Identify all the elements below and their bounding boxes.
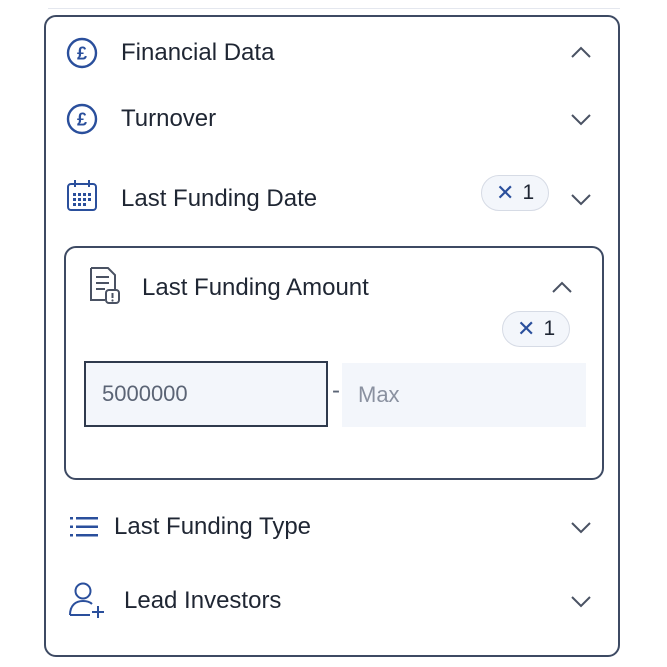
chevron-down-icon[interactable] (569, 187, 593, 211)
section-label: Last Funding Amount (142, 274, 369, 301)
section-financial-data[interactable]: £ Financial Data (46, 21, 618, 81)
section-label: Lead Investors (124, 587, 282, 614)
min-amount-input[interactable] (84, 361, 328, 427)
range-separator: - (332, 377, 340, 404)
filter-count-badge[interactable]: ✕ 1 (502, 311, 571, 347)
section-label: Turnover (121, 105, 217, 132)
calendar-icon (67, 180, 97, 211)
previous-section-edge (48, 0, 620, 9)
clear-icon[interactable]: ✕ (517, 318, 535, 340)
badge-count: 1 (543, 317, 556, 340)
pound-icon: £ (66, 103, 98, 135)
user-add-icon (69, 582, 104, 618)
section-label: Last Funding Type (114, 513, 312, 540)
chevron-up-icon[interactable] (569, 41, 593, 65)
section-last-funding-date[interactable]: Last Funding Date ✕ 1 (46, 167, 618, 227)
clear-icon[interactable]: ✕ (496, 182, 514, 204)
filter-count-badge[interactable]: ✕ 1 (481, 175, 550, 211)
filter-panel: £ Financial Data £ Turnover Last Funding… (44, 15, 620, 657)
chevron-down-icon[interactable] (569, 107, 593, 131)
svg-text:£: £ (77, 110, 87, 130)
max-amount-input[interactable] (342, 363, 586, 427)
pound-icon: £ (66, 37, 98, 69)
section-lead-investors[interactable]: Lead Investors (46, 569, 618, 629)
svg-text:£: £ (77, 44, 87, 64)
badge-count: 1 (522, 181, 535, 204)
section-turnover[interactable]: £ Turnover (46, 87, 618, 147)
section-last-funding-amount: Last Funding Amount ✕ 1 - (64, 246, 604, 480)
section-label: Financial Data (121, 39, 275, 66)
chevron-up-icon[interactable] (550, 276, 574, 300)
document-alert-icon (90, 267, 120, 304)
section-label: Last Funding Date (121, 185, 318, 212)
list-icon (70, 517, 98, 537)
chevron-down-icon[interactable] (569, 589, 593, 613)
section-last-funding-type[interactable]: Last Funding Type (46, 495, 618, 555)
chevron-down-icon[interactable] (569, 515, 593, 539)
